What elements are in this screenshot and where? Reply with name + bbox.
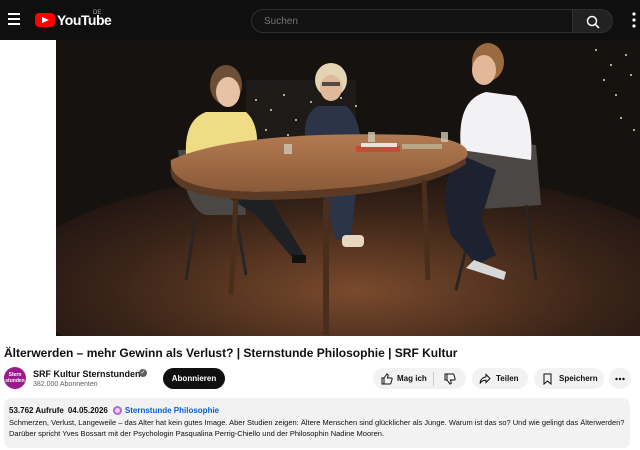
top-bar: YouTube DE xyxy=(0,0,640,40)
share-button[interactable]: Teilen xyxy=(472,368,528,389)
view-count: 53.762 Aufrufe xyxy=(9,406,64,415)
share-icon xyxy=(479,372,491,384)
video-player[interactable] xyxy=(56,40,640,336)
search-button[interactable] xyxy=(573,9,613,33)
share-label: Teilen xyxy=(496,374,519,383)
like-label: Mag ich xyxy=(397,374,427,383)
video-title: Älterwerden – mehr Gewinn als Verlust? |… xyxy=(4,346,458,360)
video-frame xyxy=(56,40,640,336)
topic-icon xyxy=(112,406,122,415)
more-vertical-icon[interactable] xyxy=(624,10,640,30)
search-box[interactable] xyxy=(251,9,573,33)
save-button[interactable]: Speichern xyxy=(534,368,604,389)
description-text: Schmerzen, Verlust, Langeweile – das Alt… xyxy=(9,418,625,438)
topic-link[interactable]: Sternstunde Philosophie xyxy=(125,406,219,415)
save-label: Speichern xyxy=(559,374,598,383)
subscribe-button[interactable]: Abonnieren xyxy=(163,368,225,389)
logo-text: YouTube xyxy=(57,12,112,28)
country-code: DE xyxy=(93,10,102,16)
youtube-logo-icon xyxy=(35,13,55,27)
search-input[interactable] xyxy=(262,15,566,28)
menu-icon[interactable] xyxy=(8,13,20,27)
thumbs-down-icon xyxy=(444,373,456,385)
description-box[interactable]: 53.762 Aufrufe 04.05.2026 Sternstunde Ph… xyxy=(4,398,630,448)
like-dislike-group: Mag ich xyxy=(373,368,466,389)
more-horizontal-icon xyxy=(615,377,625,380)
search-icon xyxy=(586,15,600,29)
subscriber-count: 382.000 Abonnenten xyxy=(33,381,98,388)
like-button[interactable]: Mag ich xyxy=(373,368,433,389)
bookmark-icon xyxy=(543,373,552,385)
description-meta: 53.762 Aufrufe 04.05.2026 Sternstunde Ph… xyxy=(9,406,625,415)
channel-avatar[interactable]: Stern stunden xyxy=(4,367,26,389)
verified-icon: ✓ xyxy=(139,369,147,377)
upload-date: 04.05.2026 xyxy=(67,406,108,415)
dislike-button[interactable] xyxy=(434,368,466,389)
thumbs-up-icon xyxy=(381,372,393,384)
channel-name[interactable]: SRF Kultur Sternstunden xyxy=(33,369,141,379)
more-actions-button[interactable] xyxy=(609,368,631,389)
